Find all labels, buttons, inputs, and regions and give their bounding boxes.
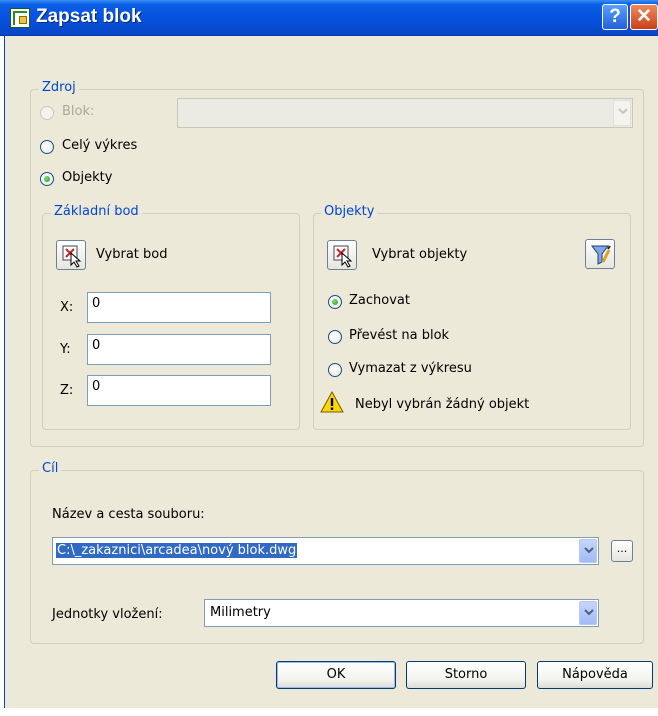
funnel-icon <box>591 245 611 265</box>
cancel-button[interactable]: Storno <box>406 661 526 689</box>
file-path-combo[interactable]: C:\_zakaznici\arcadea\nový blok.dwg <box>52 537 599 565</box>
title-bar: Zapsat blok ? ✕ <box>0 0 658 36</box>
no-objects-warning: Nebyl vybrán žádný objekt <box>355 397 530 412</box>
dialog-title: Zapsat blok <box>36 6 142 27</box>
chevron-down-icon[interactable] <box>579 539 597 563</box>
quick-select-button[interactable] <box>585 239 615 269</box>
insert-units-select[interactable]: Milimetry <box>204 599 599 627</box>
objects-group-title: Objekty <box>321 204 378 219</box>
chevron-down-icon[interactable] <box>579 601 597 625</box>
z-coordinate-input[interactable]: 0 <box>87 375 271 406</box>
convert-to-block-label[interactable]: Převést na blok <box>349 328 449 343</box>
file-path-value[interactable]: C:\_zakaznici\arcadea\nový blok.dwg <box>56 543 298 558</box>
help-button[interactable]: Nápověda <box>537 661 653 689</box>
x-coordinate-input[interactable]: 0 <box>87 292 271 323</box>
delete-from-drawing-label[interactable]: Vymazat z výkresu <box>349 361 472 376</box>
chevron-down-icon <box>613 100 631 126</box>
browse-button[interactable]: ... <box>611 540 633 562</box>
pick-point-label[interactable]: Vybrat bod <box>96 247 168 262</box>
dialog-app-icon <box>10 8 30 28</box>
window-bottom-edge <box>0 708 658 716</box>
delete-from-drawing-radio[interactable] <box>328 363 342 377</box>
base-point-group-title: Základní bod <box>51 204 142 219</box>
select-objects-icon <box>333 245 353 268</box>
close-button[interactable]: ✕ <box>630 4 658 30</box>
block-label: Blok: <box>62 104 95 119</box>
help-title-button[interactable]: ? <box>602 4 628 30</box>
retain-radio[interactable] <box>328 295 342 309</box>
select-objects-label[interactable]: Vybrat objekty <box>372 247 467 262</box>
pick-point-button[interactable] <box>56 240 86 270</box>
ok-button[interactable]: OK <box>276 661 396 689</box>
retain-label[interactable]: Zachovat <box>349 293 410 308</box>
units-label: Jednotky vložení: <box>52 607 163 622</box>
convert-to-block-radio[interactable] <box>328 330 342 344</box>
objects-source-label[interactable]: Objekty <box>62 170 112 185</box>
block-radio[interactable] <box>40 106 54 120</box>
warning-icon <box>320 391 344 413</box>
pick-point-icon <box>62 245 82 268</box>
x-label: X: <box>60 300 74 315</box>
insert-units-value: Milimetry <box>210 605 271 620</box>
select-objects-button[interactable] <box>327 240 357 270</box>
destination-group-title: Cíl <box>39 461 62 476</box>
y-label: Y: <box>60 342 71 357</box>
whole-drawing-label[interactable]: Celý výkres <box>62 138 137 153</box>
y-coordinate-input[interactable]: 0 <box>87 334 271 365</box>
whole-drawing-radio[interactable] <box>40 140 54 154</box>
source-group-title: Zdroj <box>39 80 79 95</box>
objects-radio[interactable] <box>40 172 54 186</box>
block-select[interactable] <box>177 98 633 128</box>
z-label: Z: <box>60 383 74 398</box>
path-label: Název a cesta souboru: <box>52 507 205 522</box>
